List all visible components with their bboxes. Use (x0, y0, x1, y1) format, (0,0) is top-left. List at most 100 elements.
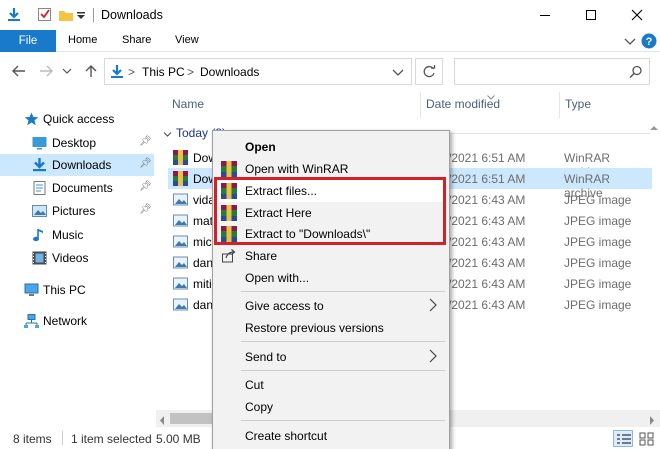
menu-item-label: Open (245, 140, 276, 154)
sidebar-item-downloads[interactable]: Downloads 📌︎ (0, 154, 154, 176)
sidebar-item-documents[interactable]: Documents 📌︎ (0, 177, 154, 199)
submenu-arrow-icon (429, 298, 437, 315)
download-arrow-icon[interactable] (6, 7, 22, 23)
sidebar-item-videos[interactable]: Videos (0, 247, 154, 269)
group-collapse-icon[interactable] (163, 128, 172, 142)
forward-button[interactable] (37, 62, 55, 80)
scroll-up-icon[interactable] (650, 120, 658, 134)
status-divider (62, 431, 63, 445)
music-icon (32, 228, 47, 242)
winrar-icon (173, 150, 188, 165)
sidebar-item-label: Quick access (43, 112, 115, 126)
file-date: /2021 6:43 AM (448, 235, 526, 249)
menu-item-open-with[interactable]: Open with... (213, 267, 449, 289)
help-icon[interactable]: ? (641, 33, 657, 49)
sidebar-item-label: This PC (43, 283, 86, 297)
column-divider[interactable] (420, 92, 421, 118)
pictures-icon (32, 204, 47, 218)
pin-icon[interactable]: 📌︎ (139, 181, 152, 192)
menu-item-share[interactable]: Share (213, 245, 449, 267)
back-button[interactable] (10, 62, 28, 80)
address-bar[interactable]: > This PC > Downloads (104, 58, 412, 85)
selected-size: 5.00 MB (156, 432, 201, 446)
file-type: JPEG image (564, 298, 632, 312)
recent-locations-icon[interactable] (60, 62, 74, 80)
image-icon (173, 276, 188, 291)
image-icon (173, 297, 188, 312)
up-button[interactable] (82, 62, 100, 80)
minimize-button[interactable] (522, 0, 568, 30)
navigation-pane: Quick access Desktop 📌︎ Downloads 📌︎ Doc… (0, 100, 155, 420)
breadcrumb-downloads[interactable]: Downloads (200, 65, 259, 79)
menu-item-copy[interactable]: Copy (213, 396, 449, 418)
file-date: /2021 6:43 AM (448, 193, 526, 207)
details-view-icon[interactable] (613, 430, 633, 447)
column-header-type[interactable]: Type (565, 97, 591, 111)
desktop-icon (32, 136, 47, 150)
properties-checkbox-icon[interactable] (37, 7, 53, 23)
menu-separator (241, 291, 445, 292)
menu-item-label: Open with WinRAR (245, 162, 349, 176)
menu-item-label: Share (245, 249, 278, 263)
menu-item-label: Send to (245, 350, 287, 364)
pin-icon[interactable]: 📌︎ (139, 136, 152, 147)
breadcrumb-chevron: > (128, 65, 136, 79)
tab-share[interactable]: Share (122, 34, 151, 46)
image-icon (173, 213, 188, 228)
sidebar-item-label: Network (43, 314, 88, 328)
column-header-date-modified[interactable]: Date modified (426, 97, 500, 111)
sidebar-item-pictures[interactable]: Pictures 📌︎ (0, 200, 154, 222)
file-date: /2021 6:51 AM (448, 172, 526, 186)
new-folder-icon[interactable] (58, 7, 74, 23)
sidebar-item-label: Music (52, 228, 84, 242)
this-pc-icon (24, 283, 39, 297)
close-button[interactable] (614, 0, 660, 30)
large-icons-view-icon[interactable] (637, 430, 657, 447)
sidebar-item-this-pc[interactable]: This PC (0, 279, 154, 301)
scroll-right-icon[interactable] (649, 414, 655, 428)
scroll-left-icon[interactable] (159, 414, 165, 428)
menu-item-label: Give access to (245, 299, 324, 313)
sidebar-item-network[interactable]: Network (0, 310, 154, 332)
tab-view[interactable]: View (175, 34, 199, 46)
file-date: /2021 6:43 AM (448, 277, 526, 291)
file-type: JPEG image (564, 193, 632, 207)
file-date: /2021 6:51 AM (448, 151, 526, 165)
download-icon (110, 64, 124, 82)
window-title: Downloads (101, 8, 163, 22)
maximize-button[interactable] (568, 0, 614, 30)
menu-item-create-shortcut[interactable]: Create shortcut (213, 425, 449, 447)
sidebar-item-quick-access[interactable]: Quick access (0, 108, 154, 130)
column-divider[interactable] (559, 92, 560, 118)
file-type: JPEG image (564, 235, 632, 249)
expand-ribbon-icon[interactable] (622, 33, 638, 49)
sidebar-item-label: Videos (52, 251, 89, 265)
menu-item-label: Cut (245, 378, 264, 392)
sidebar-item-music[interactable]: Music (0, 224, 154, 246)
menu-item-give-access-to[interactable]: Give access to (213, 295, 449, 317)
search-input[interactable] (454, 58, 650, 85)
tab-home[interactable]: Home (68, 34, 97, 46)
winrar-icon (173, 171, 188, 186)
tab-file[interactable]: File (0, 30, 56, 52)
menu-item-cut[interactable]: Cut (213, 374, 449, 396)
sidebar-item-label: Documents (52, 181, 113, 195)
sidebar-item-desktop[interactable]: Desktop 📌︎ (0, 132, 154, 154)
pin-icon[interactable]: 📌︎ (139, 158, 152, 169)
refresh-button[interactable] (415, 58, 443, 85)
breadcrumb-this-pc[interactable]: This PC (142, 65, 185, 79)
pin-icon[interactable]: 📌︎ (139, 204, 152, 215)
submenu-arrow-icon (429, 349, 437, 366)
search-icon (629, 65, 643, 82)
column-header-name[interactable]: Name (172, 97, 204, 111)
address-dropdown-icon[interactable] (392, 67, 404, 81)
menu-item-restore-previous-versions[interactable]: Restore previous versions (213, 317, 449, 339)
customize-quick-access-icon[interactable] (76, 10, 86, 26)
vertical-scrollbar[interactable] (648, 118, 660, 410)
image-icon (173, 255, 188, 270)
menu-item-open[interactable]: Open (213, 136, 449, 158)
menu-item-send-to[interactable]: Send to (213, 346, 449, 368)
winrar-icon (221, 161, 237, 177)
menu-separator (241, 341, 445, 342)
network-icon (24, 314, 39, 328)
